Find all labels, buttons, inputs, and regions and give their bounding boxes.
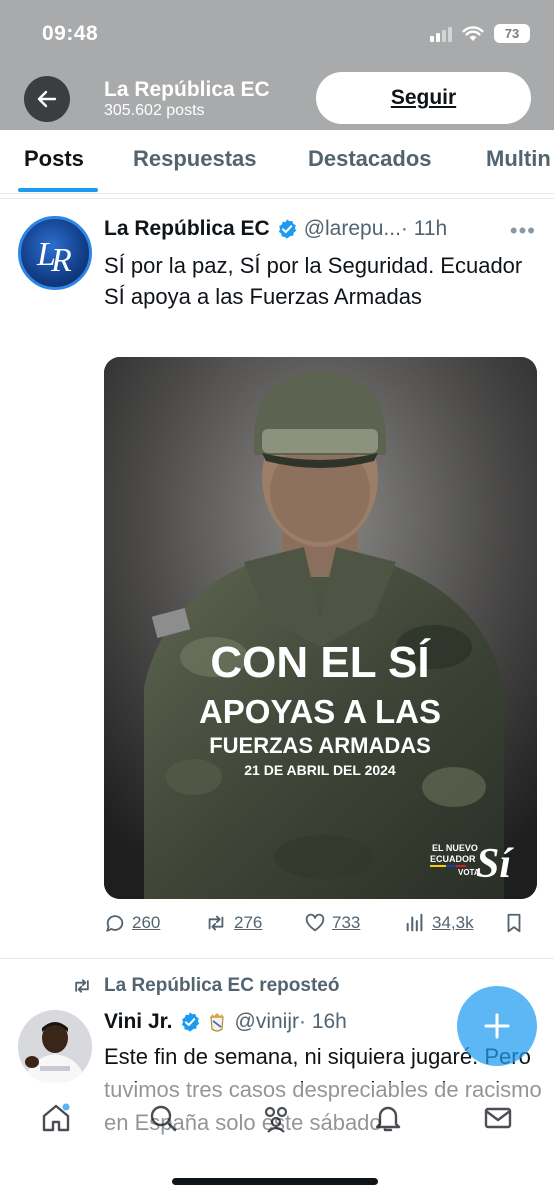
follow-button[interactable]: Seguir — [316, 72, 531, 124]
author-name[interactable]: Vini Jr. — [104, 1010, 173, 1034]
search-icon[interactable] — [147, 1102, 179, 1134]
tweet-media-image[interactable]: CON EL SÍ APOYAS A LAS FUERZAS ARMADAS 2… — [104, 357, 537, 899]
home-indicator — [172, 1178, 378, 1185]
reply-button[interactable]: 260 — [104, 912, 160, 934]
more-options-icon[interactable]: ••• — [510, 218, 536, 244]
tweet-actions: 260 276 733 34,3k — [104, 912, 534, 940]
arrow-left-icon — [37, 90, 57, 108]
repost-icon — [75, 979, 89, 993]
poster-date: 21 DE ABRIL DEL 2024 — [244, 762, 396, 778]
bookmark-button[interactable] — [504, 912, 524, 934]
views-button[interactable]: 34,3k — [404, 912, 474, 934]
posts-count: 305.602 posts — [104, 102, 205, 119]
profile-tabs: Posts Respuestas Destacados Multin — [0, 130, 554, 194]
like-button[interactable]: 733 — [304, 912, 360, 934]
author-handle[interactable]: @vinijr — [235, 1010, 300, 1034]
repost-button[interactable]: 276 — [204, 912, 262, 934]
reply-count: 260 — [132, 913, 161, 932]
poster-headline-1: CON EL SÍ — [210, 637, 431, 687]
like-count: 733 — [332, 913, 361, 932]
active-tab-indicator — [18, 188, 98, 192]
compose-button[interactable] — [457, 986, 537, 1066]
soldier-poster: CON EL SÍ APOYAS A LAS FUERZAS ARMADAS 2… — [104, 357, 537, 899]
poster-logo-line-1: EL NUEVO — [432, 843, 478, 853]
tab-destacados[interactable]: Destacados — [308, 146, 432, 172]
poster-logo-si: Sí — [476, 841, 514, 887]
back-button[interactable] — [24, 76, 70, 122]
home-icon[interactable] — [40, 1102, 72, 1134]
notifications-icon[interactable] — [372, 1102, 404, 1134]
heart-icon — [305, 913, 325, 932]
reply-icon — [106, 915, 124, 932]
tweet-text: SÍ por la paz, SÍ por la Seguridad. Ecua… — [104, 253, 523, 309]
views-icon — [406, 913, 423, 932]
repost-count: 276 — [234, 913, 263, 932]
poster-headline-2: APOYAS A LAS — [199, 693, 441, 730]
avatar[interactable] — [18, 1010, 92, 1084]
avatar[interactable]: L R — [18, 216, 92, 290]
club-crest-icon — [209, 1013, 224, 1032]
tab-posts[interactable]: Posts — [24, 146, 84, 172]
poster-headline-3: FUERZAS ARMADAS — [209, 733, 431, 758]
divider — [0, 198, 554, 199]
player-photo — [18, 1010, 92, 1084]
tab-respuestas[interactable]: Respuestas — [133, 146, 257, 172]
plus-icon — [484, 1013, 510, 1039]
verified-badge-icon — [181, 1012, 199, 1032]
reposted-by[interactable]: La República EC reposteó — [70, 975, 339, 997]
communities-icon[interactable] — [260, 1102, 292, 1134]
author-handle[interactable]: @larepu... — [304, 217, 401, 241]
divider — [0, 958, 554, 959]
messages-icon[interactable] — [482, 1102, 514, 1134]
svg-text:R: R — [50, 242, 72, 279]
profile-name: La República EC — [104, 78, 270, 101]
signal-icon — [430, 26, 452, 42]
status-icons: 73 — [430, 24, 530, 43]
status-time: 09:48 — [42, 22, 99, 45]
profile-header: 09:48 73 La República EC 305.602 posts S… — [0, 0, 554, 130]
tweet-author-line: La República EC @larepu... · 11h — [104, 214, 544, 244]
bookmark-icon — [507, 913, 521, 933]
tweet-time[interactable]: · 16h — [299, 1010, 347, 1034]
poster-logo-line-2: ECUADOR — [430, 854, 476, 864]
tab-multimedia[interactable]: Multin — [486, 146, 551, 172]
tweet-author-line: Vini Jr. @vinijr · 16h — [104, 1007, 347, 1037]
reposted-by-label: La República EC reposteó — [104, 975, 340, 996]
wifi-icon — [462, 25, 484, 41]
la-republica-logo: L R — [36, 236, 72, 279]
verified-badge-icon — [278, 219, 296, 239]
tweet-time[interactable]: · 11h — [401, 217, 447, 241]
author-name[interactable]: La República EC — [104, 217, 270, 241]
battery-icon: 73 — [494, 24, 530, 43]
views-count: 34,3k — [432, 913, 474, 932]
repost-icon — [208, 915, 224, 931]
